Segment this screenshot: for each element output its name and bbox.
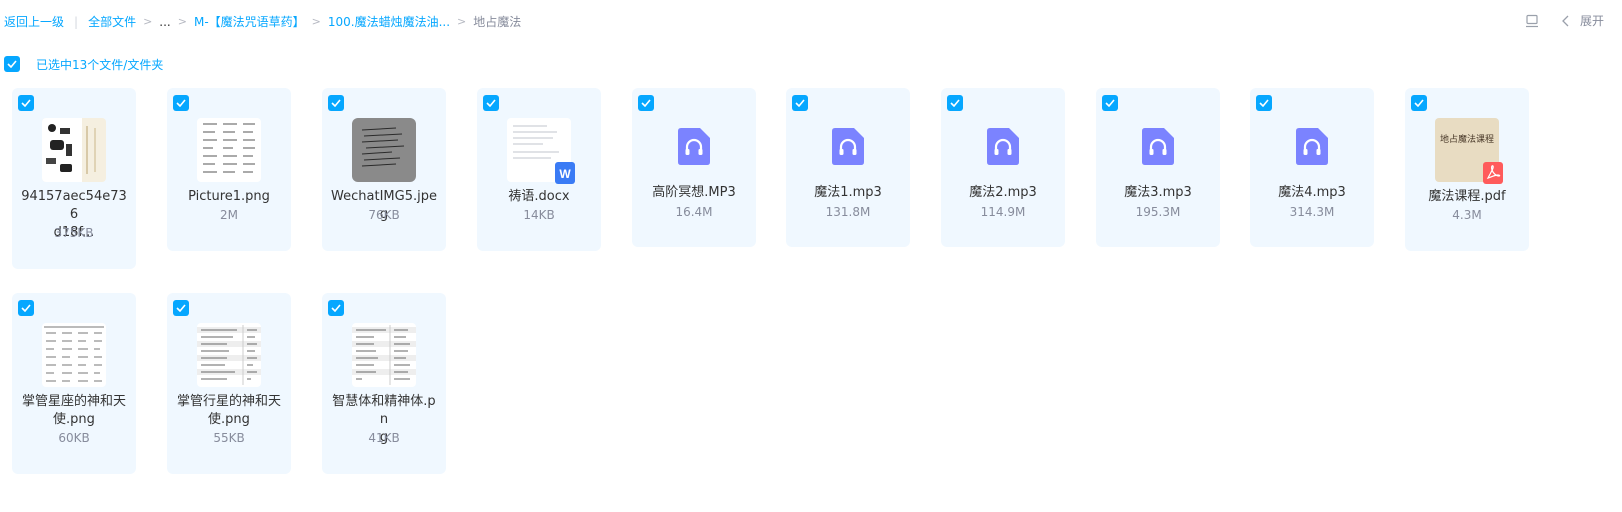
file-size: 2M (220, 208, 238, 222)
file-name: Picture1.png (188, 189, 270, 204)
breadcrumb: 返回上一级 | 全部文件 > ... > M-【魔法咒语草药】 > 100.魔法… (4, 14, 521, 30)
breadcrumb-level1[interactable]: M-【魔法咒语草药】 (194, 14, 305, 30)
breadcrumb-current: 地占魔法 (473, 15, 522, 29)
file-size: 41KB (368, 431, 400, 445)
file-checkbox[interactable] (173, 95, 189, 111)
audio-headphones-icon (830, 126, 866, 166)
right-toolbar: 展开 (1524, 12, 1604, 29)
image-thumbnail (197, 118, 261, 182)
file-card[interactable]: 魔法3.mp3 195.3M (1096, 88, 1220, 247)
word-document-thumbnail: W (507, 118, 575, 184)
image-thumbnail (352, 118, 416, 182)
select-all-checkbox[interactable] (4, 56, 20, 72)
file-name: 祷语.docx (508, 189, 570, 204)
file-name: 魔法课程.pdf (1428, 189, 1506, 204)
audio-headphones-icon (985, 126, 1021, 166)
pdf-thumbnail: 地占魔法课程 (1435, 118, 1503, 184)
image-thumbnail (352, 323, 416, 387)
file-card[interactable]: 高阶冥想.MP3 16.4M (632, 88, 756, 247)
view-toggle-icon[interactable] (1524, 13, 1540, 29)
image-thumbnail (197, 323, 261, 387)
breadcrumb-arrow-icon: > (457, 15, 467, 28)
file-name: 魔法4.mp3 (1278, 185, 1346, 200)
file-card[interactable]: 94157aec54e736 d18f... 375KB (12, 88, 136, 269)
image-thumbnail (42, 118, 106, 182)
file-name: 魔法3.mp3 (1124, 185, 1192, 200)
file-checkbox[interactable] (1102, 95, 1118, 111)
file-checkbox[interactable] (18, 300, 34, 316)
file-card[interactable]: 魔法2.mp3 114.9M (941, 88, 1065, 247)
file-size: 131.8M (825, 205, 871, 219)
back-link[interactable]: 返回上一级 (4, 14, 64, 30)
file-checkbox[interactable] (173, 300, 189, 316)
breadcrumb-divider: | (74, 15, 79, 29)
chevron-left-icon[interactable] (1558, 13, 1574, 29)
svg-text:W: W (559, 167, 571, 181)
file-checkbox[interactable] (792, 95, 808, 111)
top-bar: 返回上一级 | 全部文件 > ... > M-【魔法咒语草药】 > 100.魔法… (0, 0, 1622, 44)
image-thumbnail (42, 323, 106, 387)
file-card[interactable]: 掌管星座的神和天 使.png 60KB (12, 293, 136, 474)
file-card[interactable]: WechatIMG5.jpeg 76KB (322, 88, 446, 251)
file-name: 魔法1.mp3 (814, 185, 882, 200)
audio-headphones-icon (1140, 126, 1176, 166)
file-card[interactable]: 地占魔法课程 魔法课程.pdf 4.3M (1405, 88, 1529, 251)
breadcrumb-all-files[interactable]: 全部文件 (88, 14, 136, 30)
file-card[interactable]: 智慧体和精神体.pn g 41KB (322, 293, 446, 474)
file-name: 掌管星座的神和天 使.png (21, 394, 126, 427)
audio-headphones-icon (676, 126, 712, 166)
selection-bar: 已选中13个文件/文件夹 (4, 56, 163, 72)
breadcrumb-arrow-icon: > (311, 15, 321, 28)
pdf-icon (1483, 162, 1503, 184)
word-doc-icon: W (555, 162, 575, 184)
file-size: 76KB (368, 208, 400, 222)
file-checkbox[interactable] (638, 95, 654, 111)
file-card[interactable]: W 祷语.docx 14KB (477, 88, 601, 251)
file-checkbox[interactable] (18, 95, 34, 111)
file-checkbox[interactable] (947, 95, 963, 111)
file-size: 375KB (54, 226, 94, 240)
file-card[interactable]: 掌管行星的神和天 使.png 55KB (167, 293, 291, 474)
audio-headphones-icon (1294, 126, 1330, 166)
file-checkbox[interactable] (1411, 95, 1427, 111)
expand-button[interactable]: 展开 (1580, 12, 1604, 29)
file-checkbox[interactable] (483, 95, 499, 111)
breadcrumb-arrow-icon: > (177, 15, 187, 28)
file-card[interactable]: 魔法4.mp3 314.3M (1250, 88, 1374, 247)
file-size: 114.9M (980, 205, 1026, 219)
selection-count: 已选中13个文件/文件夹 (36, 57, 164, 72)
file-name: 掌管行星的神和天 使.png (176, 394, 281, 427)
file-name: 魔法2.mp3 (969, 185, 1037, 200)
file-size: 60KB (58, 431, 90, 445)
file-size: 4.3M (1452, 208, 1482, 222)
file-card[interactable]: 魔法1.mp3 131.8M (786, 88, 910, 247)
file-size: 16.4M (675, 205, 713, 219)
file-card[interactable]: Picture1.png 2M (167, 88, 291, 251)
file-name: 高阶冥想.MP3 (652, 185, 736, 200)
file-size: 195.3M (1135, 205, 1181, 219)
file-checkbox[interactable] (328, 300, 344, 316)
file-checkbox[interactable] (328, 95, 344, 111)
breadcrumb-level2[interactable]: 100.魔法蜡烛魔法油... (328, 14, 450, 30)
breadcrumb-ellipsis[interactable]: ... (159, 14, 170, 30)
file-checkbox[interactable] (1256, 95, 1272, 111)
file-size: 55KB (213, 431, 245, 445)
breadcrumb-arrow-icon: > (143, 15, 153, 28)
file-size: 14KB (523, 208, 555, 222)
pdf-cover-title: 地占魔法课程 (1439, 135, 1494, 145)
file-size: 314.3M (1289, 205, 1335, 219)
